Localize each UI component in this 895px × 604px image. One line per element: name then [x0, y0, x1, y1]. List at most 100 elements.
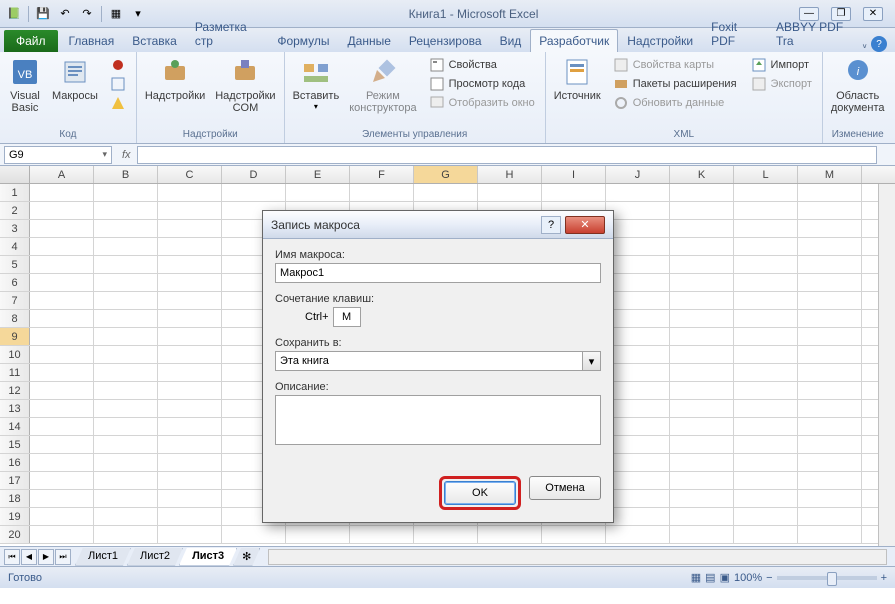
import-button[interactable]: Импорт: [747, 56, 816, 74]
cell[interactable]: [158, 184, 222, 201]
cell[interactable]: [414, 526, 478, 543]
cell[interactable]: [670, 508, 734, 525]
tab-foxit[interactable]: Foxit PDF: [702, 15, 767, 52]
cell[interactable]: [606, 418, 670, 435]
expansion-packs-button[interactable]: Пакеты расширения: [609, 75, 741, 93]
excel-icon[interactable]: 📗: [4, 4, 24, 24]
row-header[interactable]: 20: [0, 526, 30, 543]
ribbon-minimize-icon[interactable]: ៴: [862, 37, 867, 52]
insert-controls-button[interactable]: Вставить ▾: [289, 54, 344, 113]
vertical-scrollbar[interactable]: [878, 184, 895, 546]
cell[interactable]: [30, 472, 94, 489]
redo-icon[interactable]: ↷: [77, 4, 97, 24]
cell[interactable]: [606, 328, 670, 345]
cell[interactable]: [30, 436, 94, 453]
cell[interactable]: [286, 526, 350, 543]
cell[interactable]: [670, 400, 734, 417]
cell[interactable]: [158, 508, 222, 525]
row-header[interactable]: 9: [0, 328, 30, 345]
column-header[interactable]: D: [222, 166, 286, 183]
addins-button[interactable]: Надстройки: [141, 54, 209, 104]
row-header[interactable]: 14: [0, 418, 30, 435]
cell[interactable]: [606, 346, 670, 363]
cell[interactable]: [606, 508, 670, 525]
cell[interactable]: [286, 184, 350, 201]
row-header[interactable]: 1: [0, 184, 30, 201]
cell[interactable]: [798, 184, 862, 201]
map-properties-button[interactable]: Свойства карты: [609, 56, 741, 74]
cell[interactable]: [94, 274, 158, 291]
zoom-slider[interactable]: [777, 576, 877, 580]
column-header[interactable]: C: [158, 166, 222, 183]
cell[interactable]: [606, 472, 670, 489]
fx-icon[interactable]: fx: [116, 149, 137, 161]
cell[interactable]: [798, 454, 862, 471]
cell[interactable]: [670, 418, 734, 435]
cell[interactable]: [94, 490, 158, 507]
qat-dropdown-icon[interactable]: ▾: [128, 4, 148, 24]
name-box[interactable]: G9: [4, 146, 112, 164]
row-header[interactable]: 17: [0, 472, 30, 489]
tab-view[interactable]: Вид: [491, 29, 531, 52]
visual-basic-button[interactable]: VB Visual Basic: [4, 54, 46, 116]
cell[interactable]: [670, 472, 734, 489]
cell[interactable]: [606, 202, 670, 219]
cell[interactable]: [158, 238, 222, 255]
cell[interactable]: [158, 436, 222, 453]
cell[interactable]: [94, 328, 158, 345]
cell[interactable]: [734, 418, 798, 435]
column-header[interactable]: G: [414, 166, 478, 183]
cell[interactable]: [94, 184, 158, 201]
cell[interactable]: [798, 274, 862, 291]
cell[interactable]: [606, 364, 670, 381]
cell[interactable]: [670, 202, 734, 219]
cell[interactable]: [606, 382, 670, 399]
row-header[interactable]: 8: [0, 310, 30, 327]
cell[interactable]: [670, 346, 734, 363]
horizontal-scrollbar[interactable]: [268, 549, 887, 565]
cell[interactable]: [94, 238, 158, 255]
zoom-in-button[interactable]: +: [881, 572, 887, 584]
column-header[interactable]: F: [350, 166, 414, 183]
cell[interactable]: [734, 454, 798, 471]
formula-input[interactable]: [137, 146, 877, 164]
view-code-button[interactable]: Просмотр кода: [425, 75, 539, 93]
row-header[interactable]: 5: [0, 256, 30, 273]
column-header[interactable]: B: [94, 166, 158, 183]
cell[interactable]: [350, 184, 414, 201]
cell[interactable]: [798, 328, 862, 345]
cell[interactable]: [606, 292, 670, 309]
tab-data[interactable]: Данные: [339, 29, 400, 52]
cell[interactable]: [734, 364, 798, 381]
cell[interactable]: [478, 526, 542, 543]
cell[interactable]: [798, 472, 862, 489]
cell[interactable]: [798, 346, 862, 363]
cell[interactable]: [94, 220, 158, 237]
com-addins-button[interactable]: Надстройки COM: [211, 54, 279, 116]
column-header[interactable]: M: [798, 166, 862, 183]
cell[interactable]: [734, 310, 798, 327]
cell[interactable]: [158, 346, 222, 363]
record-macro-button[interactable]: [106, 56, 130, 74]
cell[interactable]: [158, 454, 222, 471]
cell[interactable]: [670, 238, 734, 255]
cell[interactable]: [158, 418, 222, 435]
cell[interactable]: [94, 310, 158, 327]
cell[interactable]: [158, 202, 222, 219]
document-area-button[interactable]: i Область документа: [827, 54, 889, 116]
sheet-tab-1[interactable]: Лист1: [75, 548, 131, 566]
cell[interactable]: [94, 454, 158, 471]
cell[interactable]: [94, 508, 158, 525]
cell[interactable]: [670, 310, 734, 327]
cell[interactable]: [606, 274, 670, 291]
column-header[interactable]: J: [606, 166, 670, 183]
cell[interactable]: [30, 364, 94, 381]
cell[interactable]: [798, 382, 862, 399]
properties-button[interactable]: Свойства: [425, 56, 539, 74]
cell[interactable]: [670, 184, 734, 201]
dialog-close-button[interactable]: ✕: [565, 216, 605, 234]
sheet-next-button[interactable]: ▶: [38, 549, 54, 565]
cell[interactable]: [670, 526, 734, 543]
cell[interactable]: [222, 184, 286, 201]
cell[interactable]: [158, 274, 222, 291]
